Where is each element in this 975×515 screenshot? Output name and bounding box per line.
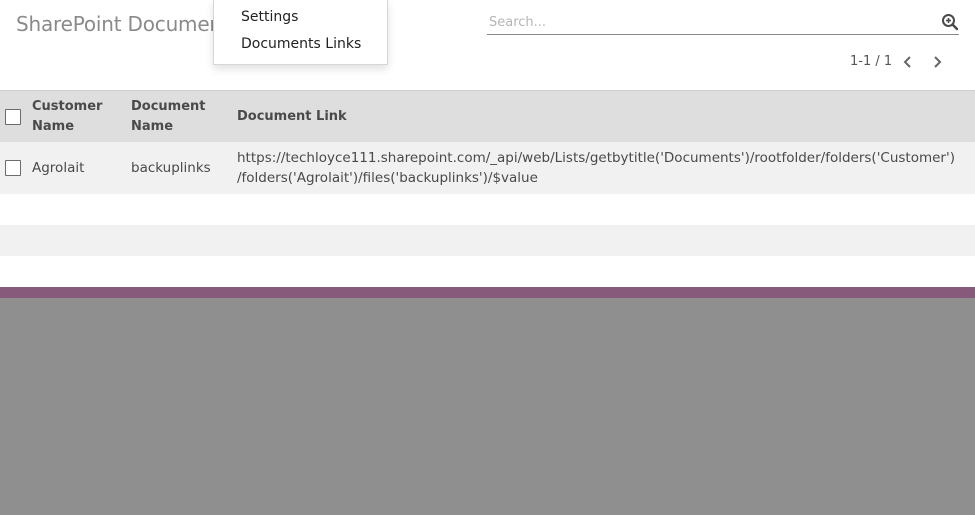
column-header-text: Name [32, 119, 75, 134]
pager-value[interactable]: 1-1 / 1 [850, 54, 892, 69]
brand-bar [0, 287, 975, 298]
table-header: Customer Name Document Name Document Lin… [0, 90, 975, 142]
cell-document-name: backuplinks [131, 160, 211, 176]
menu-item-documents-links[interactable]: Documents Links [241, 36, 361, 52]
select-all-checkbox[interactable] [5, 109, 21, 125]
dropdown-menu: Settings Documents Links [213, 0, 388, 65]
column-header-text: Customer [32, 99, 103, 114]
column-header-customer-name[interactable]: Customer Name [32, 97, 102, 137]
page-title: SharePoint Document [16, 12, 230, 36]
menu-item-settings[interactable]: Settings [241, 9, 298, 25]
search-icon[interactable] [941, 13, 959, 31]
column-header-document-name[interactable]: Document Name [131, 97, 206, 137]
column-header-text: Name [131, 119, 174, 134]
chevron-left-icon[interactable] [899, 52, 917, 72]
documents-table: Customer Name Document Name Document Lin… [0, 90, 975, 287]
empty-row [0, 225, 975, 256]
document-link-line: /folders('Agrolait')/files('backuplinks'… [237, 170, 538, 186]
column-header-text: Document [131, 99, 206, 114]
empty-row [0, 194, 975, 225]
search-input[interactable] [487, 12, 931, 32]
search-bar [487, 10, 959, 35]
column-header-document-link[interactable]: Document Link [237, 107, 347, 127]
main-panel: SharePoint Document Settings Documents L… [0, 0, 975, 287]
table-row[interactable]: Agrolait backuplinks https://techloyce11… [0, 142, 975, 194]
document-link-line: https://techloyce111.sharepoint.com/_api… [237, 150, 955, 166]
row-checkbox[interactable] [5, 160, 21, 176]
chevron-right-icon[interactable] [928, 52, 946, 72]
empty-row [0, 256, 975, 287]
cell-document-link: https://techloyce111.sharepoint.com/_api… [237, 148, 955, 188]
cell-customer-name: Agrolait [32, 160, 85, 176]
